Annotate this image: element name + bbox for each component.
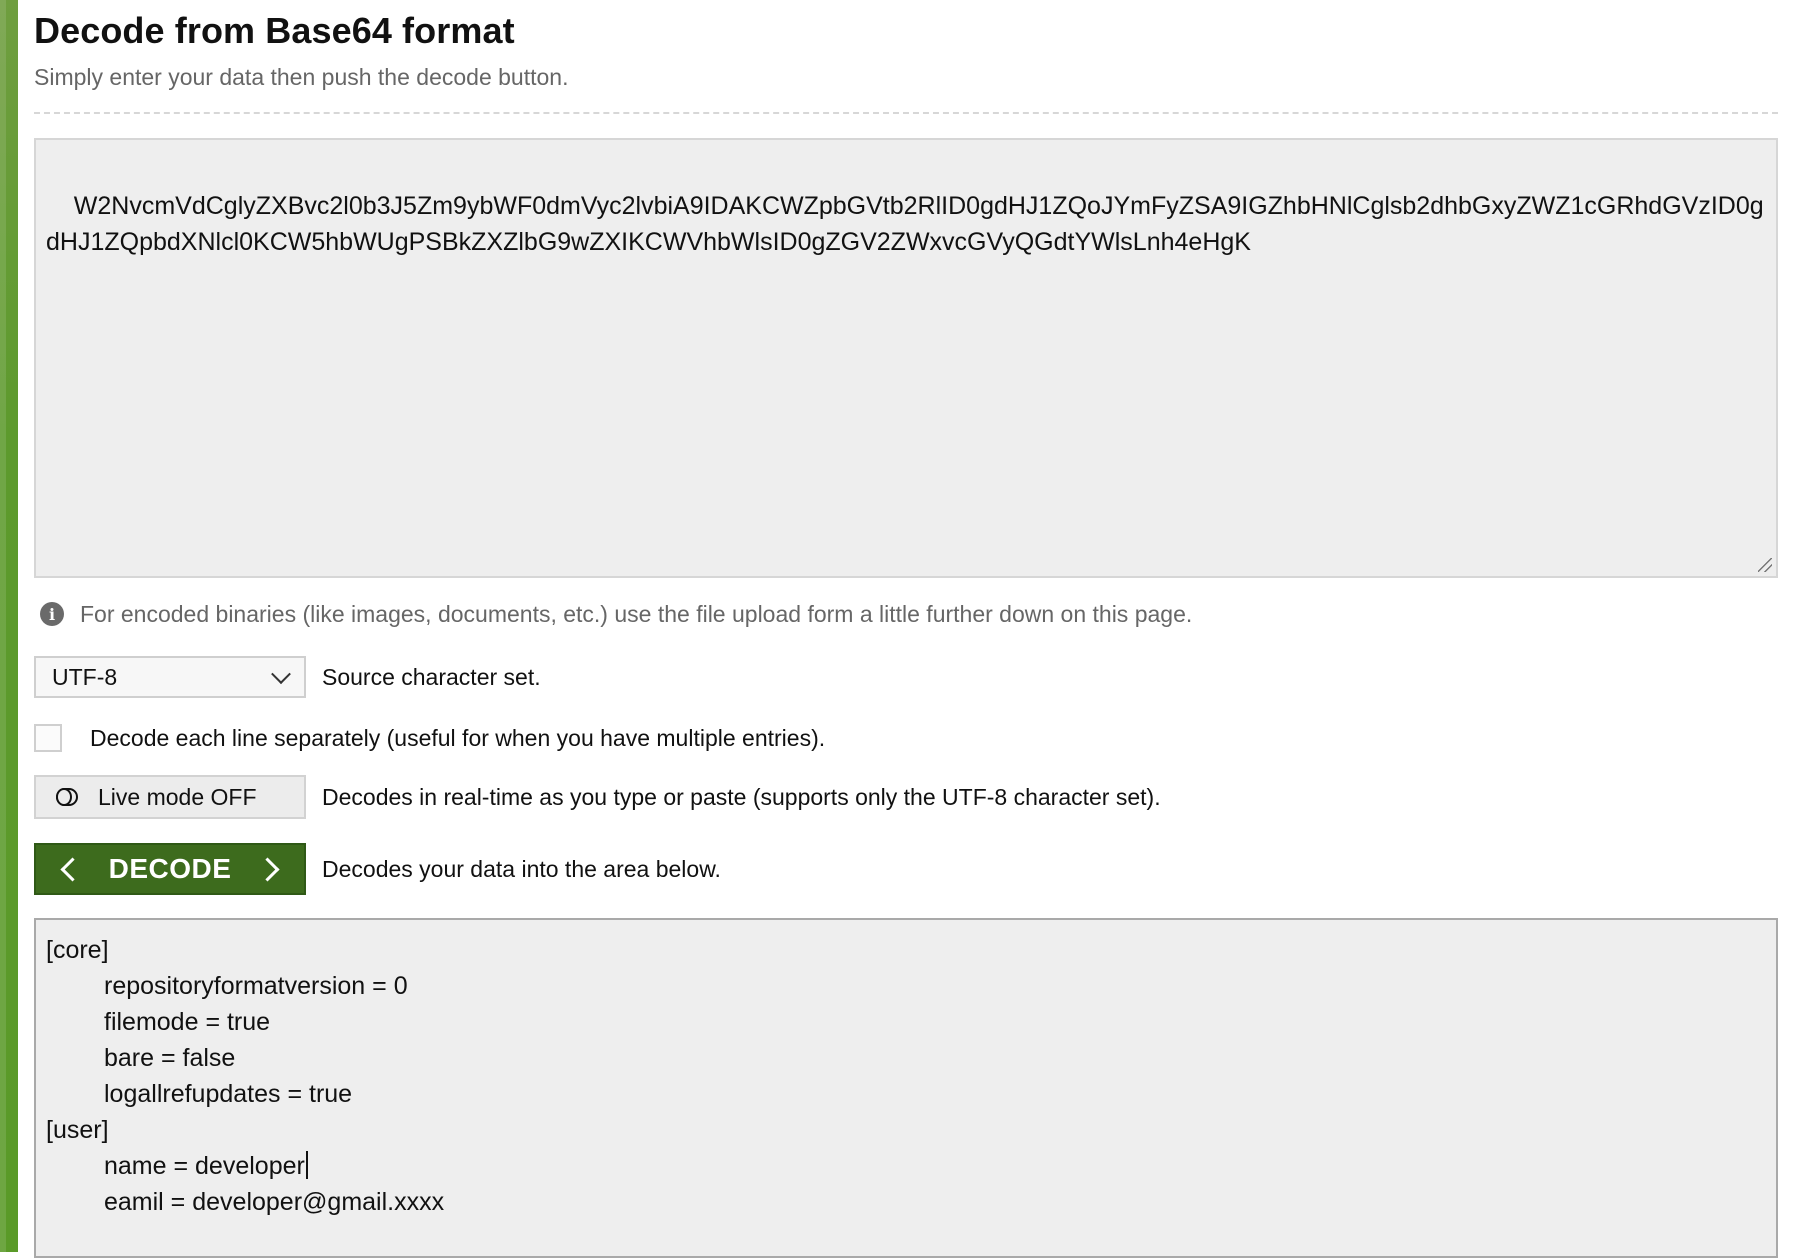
decode-row: DECODE Decodes your data into the area b… bbox=[34, 843, 721, 895]
output-line: bare = false bbox=[46, 1040, 1766, 1076]
toggle-off-icon bbox=[56, 788, 84, 806]
charset-row: UTF-8 Source character set. bbox=[34, 656, 541, 698]
output-line-text: logallrefupdates = true bbox=[104, 1080, 353, 1108]
charset-select[interactable]: UTF-8 bbox=[34, 656, 306, 698]
output-line: filemode = true bbox=[46, 1004, 1766, 1040]
left-accent-rail bbox=[0, 0, 18, 1252]
decoder-panel: Decode from Base64 format Simply enter y… bbox=[34, 0, 1778, 1258]
live-mode-toggle-button[interactable]: Live mode OFF bbox=[34, 775, 306, 819]
output-line-text: repositoryformatversion = 0 bbox=[104, 972, 408, 1000]
line-separately-row: Decode each line separately (useful for … bbox=[34, 718, 825, 758]
decoded-output-textarea[interactable]: [core] repositoryformatversion = 0 filemod… bbox=[34, 918, 1778, 1258]
text-caret bbox=[305, 1151, 308, 1179]
base64-input-textarea[interactable]: W2NvcmVdCglyZXBvc2l0b3J5Zm9ybWF0dmVyc2lv… bbox=[34, 138, 1778, 578]
line-separately-label[interactable]: Decode each line separately (useful for … bbox=[90, 725, 825, 752]
output-line-text: [user] bbox=[46, 1116, 109, 1144]
dashed-divider bbox=[34, 112, 1778, 114]
page-title: Decode from Base64 format bbox=[34, 10, 515, 51]
charset-label: Source character set. bbox=[322, 663, 541, 690]
binary-upload-hint: i For encoded binaries (like images, doc… bbox=[34, 596, 1192, 632]
output-line: logallrefupdates = true bbox=[46, 1076, 1766, 1112]
output-line-text: bare = false bbox=[104, 1044, 236, 1072]
live-mode-row: Live mode OFF Decodes in real-time as yo… bbox=[34, 775, 1161, 819]
output-line: name = developer bbox=[46, 1148, 1766, 1184]
output-line-text: eamil = developer@gmail.xxxx bbox=[104, 1188, 445, 1216]
info-icon: i bbox=[40, 602, 64, 626]
output-line-text: filemode = true bbox=[104, 1008, 271, 1036]
live-mode-description: Decodes in real-time as you type or past… bbox=[322, 783, 1161, 810]
page-subtitle: Simply enter your data then push the dec… bbox=[34, 64, 569, 90]
decode-button[interactable]: DECODE bbox=[34, 843, 306, 895]
base64-input-value: W2NvcmVdCglyZXBvc2l0b3J5Zm9ybWF0dmVyc2lv… bbox=[46, 192, 1764, 256]
charset-selected-value: UTF-8 bbox=[52, 663, 118, 690]
chevron-left-icon bbox=[60, 856, 85, 882]
line-separately-checkbox[interactable] bbox=[34, 724, 62, 752]
decode-description: Decodes your data into the area below. bbox=[322, 855, 721, 882]
output-line-text: [core] bbox=[46, 936, 109, 964]
output-line: eamil = developer@gmail.xxxx bbox=[46, 1184, 1766, 1220]
chevron-right-icon bbox=[255, 856, 280, 882]
hint-text: For encoded binaries (like images, docum… bbox=[80, 600, 1193, 627]
decode-button-label: DECODE bbox=[108, 853, 232, 884]
chevron-down-icon bbox=[271, 664, 291, 685]
output-line: repositoryformatversion = 0 bbox=[46, 968, 1766, 1004]
resize-grip-icon[interactable] bbox=[1758, 558, 1772, 572]
output-line: [core] bbox=[46, 932, 1766, 968]
live-mode-label: Live mode OFF bbox=[98, 783, 257, 810]
output-line: [user] bbox=[46, 1112, 1766, 1148]
output-line-text: name = developer bbox=[104, 1152, 305, 1180]
